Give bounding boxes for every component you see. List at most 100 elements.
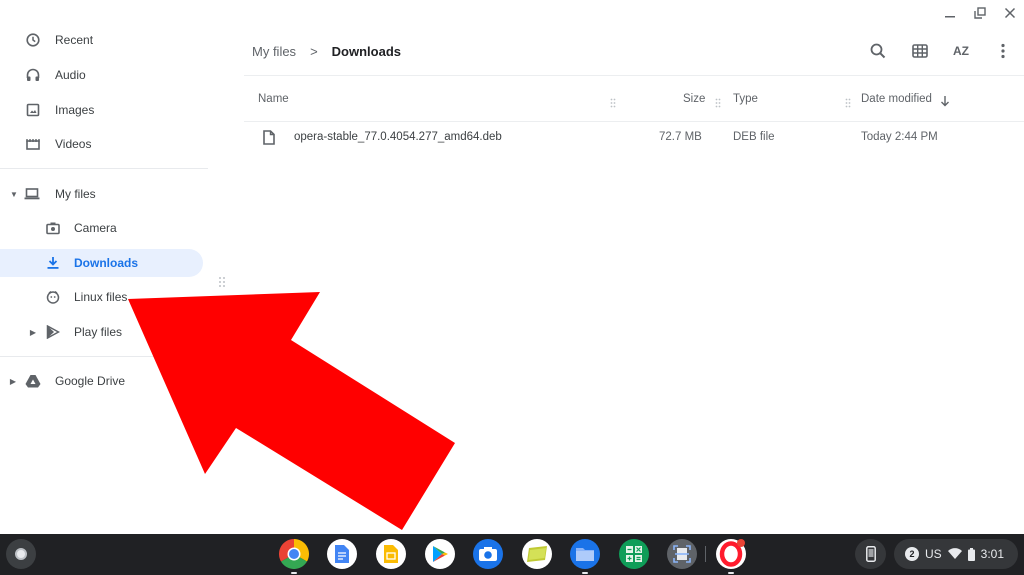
sidebar-divider — [0, 168, 208, 169]
film-icon — [25, 136, 41, 152]
clock-icon — [25, 32, 41, 48]
sidebar-item-images[interactable]: Images — [0, 96, 200, 124]
shelf-app-play-store[interactable] — [425, 539, 455, 569]
sidebar-item-label: Videos — [55, 137, 92, 151]
breadcrumb-current[interactable]: Downloads — [332, 44, 401, 59]
clock-time: 3:01 — [980, 547, 1005, 561]
column-resize-handle[interactable] — [845, 95, 851, 108]
breadcrumb-separator: > — [310, 44, 318, 59]
restore-icon — [974, 7, 986, 19]
shelf-app-scanner[interactable] — [667, 539, 697, 569]
shelf-app-calculator[interactable] — [619, 539, 649, 569]
phone-icon — [865, 546, 876, 562]
expand-right-icon[interactable]: ▶ — [9, 377, 17, 386]
breadcrumb: My files > Downloads — [252, 44, 401, 59]
slides-icon — [384, 545, 398, 563]
grid-view-button[interactable] — [907, 38, 933, 64]
close-icon — [1004, 7, 1016, 19]
sidebar-item-label: Images — [55, 103, 95, 117]
sidebar-item-camera[interactable]: Camera — [0, 214, 200, 242]
sidebar-item-label: My files — [55, 187, 96, 201]
shelf-app-camera[interactable] — [473, 539, 503, 569]
window-controls — [942, 4, 1018, 22]
headphones-icon — [25, 67, 41, 83]
more-vert-icon — [1001, 43, 1005, 59]
sidebar-item-play-files[interactable]: ▶ Play files — [0, 318, 200, 346]
sidebar: Recent Audio Images Videos ▼ My files Ca… — [0, 0, 208, 534]
download-icon — [45, 255, 61, 271]
restore-button[interactable] — [972, 4, 988, 22]
running-indicator — [728, 572, 734, 574]
column-header-type[interactable]: Type — [733, 93, 758, 105]
sort-button[interactable]: AZ — [948, 38, 974, 64]
file-icon — [263, 130, 275, 150]
file-type: DEB file — [733, 131, 775, 143]
grid-icon — [912, 44, 928, 58]
expand-down-icon[interactable]: ▼ — [10, 190, 18, 199]
search-button[interactable] — [865, 38, 891, 64]
play-store-icon — [45, 324, 61, 340]
sidebar-divider — [0, 356, 208, 357]
launcher-button[interactable] — [6, 539, 36, 569]
sidebar-item-label: Camera — [74, 221, 117, 235]
phone-hub-button[interactable] — [855, 539, 886, 569]
shelf-app-opera[interactable] — [716, 539, 746, 574]
calculator-icon — [626, 546, 642, 562]
file-size: 72.7 MB — [659, 131, 702, 143]
file-name: opera-stable_77.0.4054.277_amd64.deb — [294, 131, 502, 143]
sidebar-item-linux-files[interactable]: Linux files — [0, 283, 200, 311]
wifi-icon — [947, 548, 962, 559]
column-resize-handle[interactable] — [715, 95, 721, 108]
column-resize-handle[interactable] — [610, 95, 616, 108]
column-header-date-modified[interactable]: Date modified — [861, 93, 932, 105]
shelf-app-slides[interactable] — [376, 539, 406, 569]
docs-icon — [335, 545, 349, 563]
sidebar-item-audio[interactable]: Audio — [0, 61, 200, 89]
camera-icon — [45, 220, 61, 236]
shelf-separator — [705, 546, 706, 562]
sort-descending-icon — [940, 94, 950, 112]
sidebar-item-recent[interactable]: Recent — [0, 26, 200, 54]
sidebar-item-my-files[interactable]: ▼ My files — [0, 180, 200, 208]
close-button[interactable] — [1002, 4, 1018, 22]
sidebar-item-google-drive[interactable]: ▶ Google Drive — [0, 367, 200, 395]
minimize-button[interactable] — [942, 4, 958, 22]
chrome-icon — [279, 539, 309, 569]
running-indicator — [291, 572, 297, 574]
shelf-app-files[interactable] — [570, 539, 600, 574]
minimize-icon — [945, 16, 955, 18]
shelf-app-docs[interactable] — [327, 539, 357, 569]
shelf: 2 US 3:01 — [0, 534, 1024, 575]
files-app-window: Recent Audio Images Videos ▼ My files Ca… — [0, 0, 1024, 534]
launcher-icon — [15, 548, 27, 560]
expand-right-icon[interactable]: ▶ — [29, 328, 37, 337]
opera-icon — [719, 539, 745, 567]
drive-icon — [25, 373, 41, 389]
file-date-modified: Today 2:44 PM — [861, 131, 938, 143]
notification-count-badge: 2 — [905, 547, 919, 561]
sidebar-resize-handle[interactable] — [218, 275, 226, 287]
shelf-app-gallery[interactable] — [522, 539, 552, 569]
sidebar-item-label: Play files — [74, 325, 123, 339]
sidebar-item-label: Downloads — [74, 256, 139, 270]
keyboard-layout: US — [925, 547, 942, 561]
sidebar-item-label: Google Drive — [55, 374, 126, 388]
status-tray[interactable]: 2 US 3:01 — [894, 539, 1018, 569]
sidebar-item-videos[interactable]: Videos — [0, 130, 200, 158]
sidebar-item-label: Audio — [55, 68, 86, 82]
camera-app-icon — [479, 547, 497, 561]
gallery-icon — [527, 546, 547, 562]
breadcrumb-my-files[interactable]: My files — [252, 44, 296, 59]
header-divider — [244, 121, 1024, 122]
files-app-icon — [576, 548, 594, 561]
image-icon — [25, 102, 41, 118]
more-options-button[interactable] — [990, 38, 1016, 64]
laptop-icon — [24, 186, 40, 202]
sidebar-item-label: Recent — [55, 33, 94, 47]
column-header-size[interactable]: Size — [683, 93, 705, 105]
search-icon — [870, 43, 886, 59]
toolbar-divider — [244, 75, 1024, 76]
column-header-name[interactable]: Name — [258, 93, 289, 105]
sidebar-item-downloads[interactable]: Downloads — [0, 249, 203, 277]
shelf-app-chrome[interactable] — [279, 539, 309, 574]
